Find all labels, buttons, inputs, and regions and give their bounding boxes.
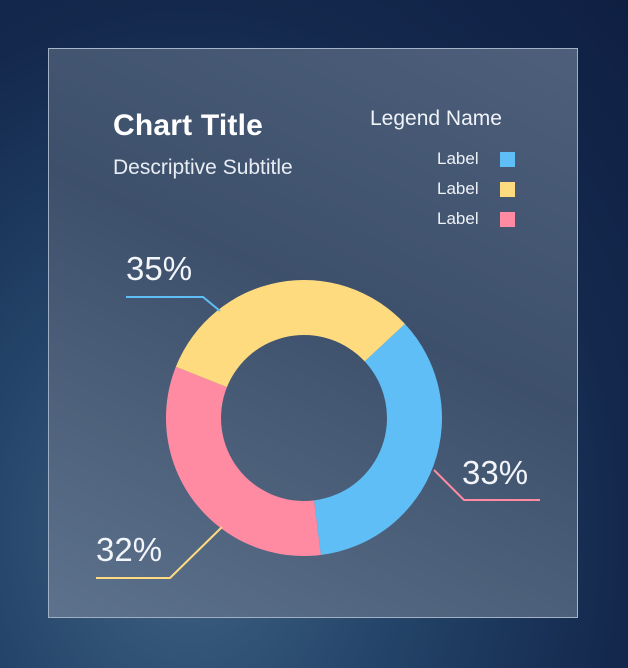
value-label-35: 35% (126, 250, 192, 287)
donut-slice-blue (314, 323, 442, 555)
value-label-33: 33% (462, 454, 528, 491)
leader-line-35 (126, 296, 221, 312)
donut-slices (166, 280, 442, 556)
value-label-32: 32% (96, 531, 162, 568)
donut-slice-yellow (175, 280, 405, 388)
donut-chart: 35% 33% 32% (96, 250, 540, 579)
donut-slice-pink (166, 366, 321, 556)
